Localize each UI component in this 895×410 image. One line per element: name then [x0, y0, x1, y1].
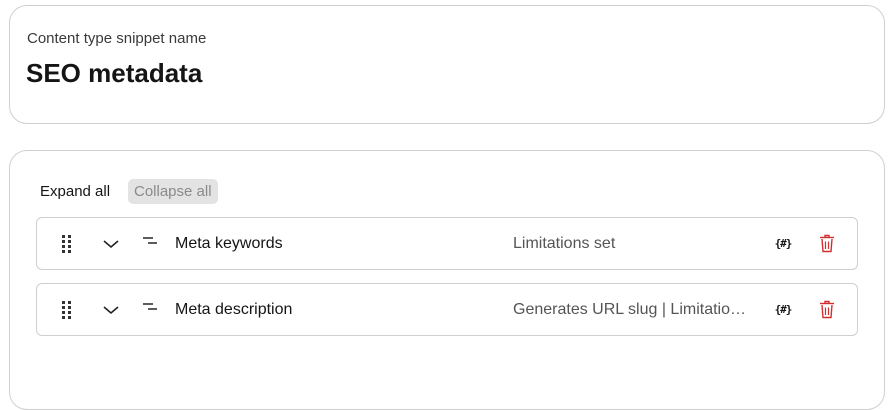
trash-icon[interactable] — [819, 300, 835, 319]
curly-hash-icon[interactable]: {#} — [773, 300, 793, 320]
element-limitations: Generates URL slug | Limitations set — [513, 301, 749, 318]
drag-handle-icon[interactable] — [62, 235, 72, 253]
element-row-meta-description[interactable]: Meta description Generates URL slug | Li… — [36, 283, 858, 336]
text-type-icon — [143, 237, 157, 244]
collapse-all-button[interactable]: Collapse all — [128, 179, 218, 204]
drag-handle-icon[interactable] — [62, 301, 72, 319]
chevron-down-icon[interactable] — [103, 304, 119, 316]
trash-icon[interactable] — [819, 234, 835, 253]
text-type-icon — [143, 303, 157, 310]
expand-all-button[interactable]: Expand all — [40, 180, 110, 204]
element-name: Meta description — [175, 301, 293, 318]
curly-hash-icon[interactable]: {#} — [773, 234, 793, 254]
element-row-meta-keywords[interactable]: Meta keywords Limitations set {#} — [36, 217, 858, 270]
snippet-name-title[interactable]: SEO metadata — [26, 58, 202, 89]
snippet-name-label: Content type snippet name — [27, 30, 207, 47]
element-name: Meta keywords — [175, 235, 283, 252]
chevron-down-icon[interactable] — [103, 238, 119, 250]
element-limitations: Limitations set — [513, 235, 616, 252]
